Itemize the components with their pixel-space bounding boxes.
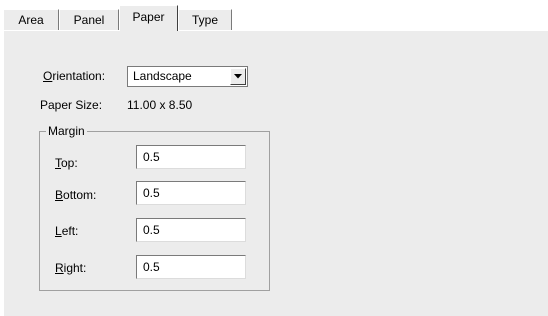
tab-panel-label: Panel (73, 13, 105, 27)
dropdown-arrow-icon (234, 74, 242, 79)
right-mnemonic: R (55, 261, 64, 275)
tab-panel[interactable]: Panel (59, 9, 119, 30)
top-margin-input[interactable] (136, 145, 246, 169)
tab-area-label: Area (18, 13, 44, 27)
tab-area[interactable]: Area (3, 9, 59, 30)
paper-size-label: Paper Size: (40, 98, 103, 112)
tab-strip: Area Panel Paper Type (0, 0, 548, 31)
left-margin-label: Left: (55, 224, 78, 238)
right-label-rest: ight: (63, 261, 87, 275)
orientation-select[interactable]: Landscape (127, 66, 248, 87)
tab-type[interactable]: Type (178, 9, 232, 30)
bottom-mnemonic: B (55, 188, 64, 202)
orientation-mnemonic: O (43, 69, 53, 83)
paper-size-value: 11.00 x 8.50 (127, 98, 193, 112)
tab-type-label: Type (191, 13, 218, 27)
bottom-margin-input[interactable] (136, 181, 246, 205)
bottom-margin-label: Bottom: (55, 188, 96, 202)
left-label-rest: eft: (61, 224, 79, 238)
margin-group-title: Margin (46, 124, 87, 138)
tab-paper-label: Paper (132, 10, 165, 24)
left-margin-input[interactable] (136, 218, 246, 242)
orientation-value: Landscape (133, 69, 192, 83)
right-margin-input[interactable] (136, 255, 246, 279)
orientation-label-rest: rientation: (52, 69, 106, 83)
tab-paper[interactable]: Paper (119, 5, 178, 31)
left-mnemonic: L (55, 224, 62, 238)
top-label-rest: op: (61, 156, 78, 170)
right-margin-label: Right: (55, 261, 86, 275)
orientation-dropdown-button[interactable] (230, 68, 246, 85)
orientation-label: Orientation: (43, 69, 105, 83)
top-margin-label: Top: (55, 156, 78, 170)
bottom-label-rest: ottom: (63, 188, 97, 202)
